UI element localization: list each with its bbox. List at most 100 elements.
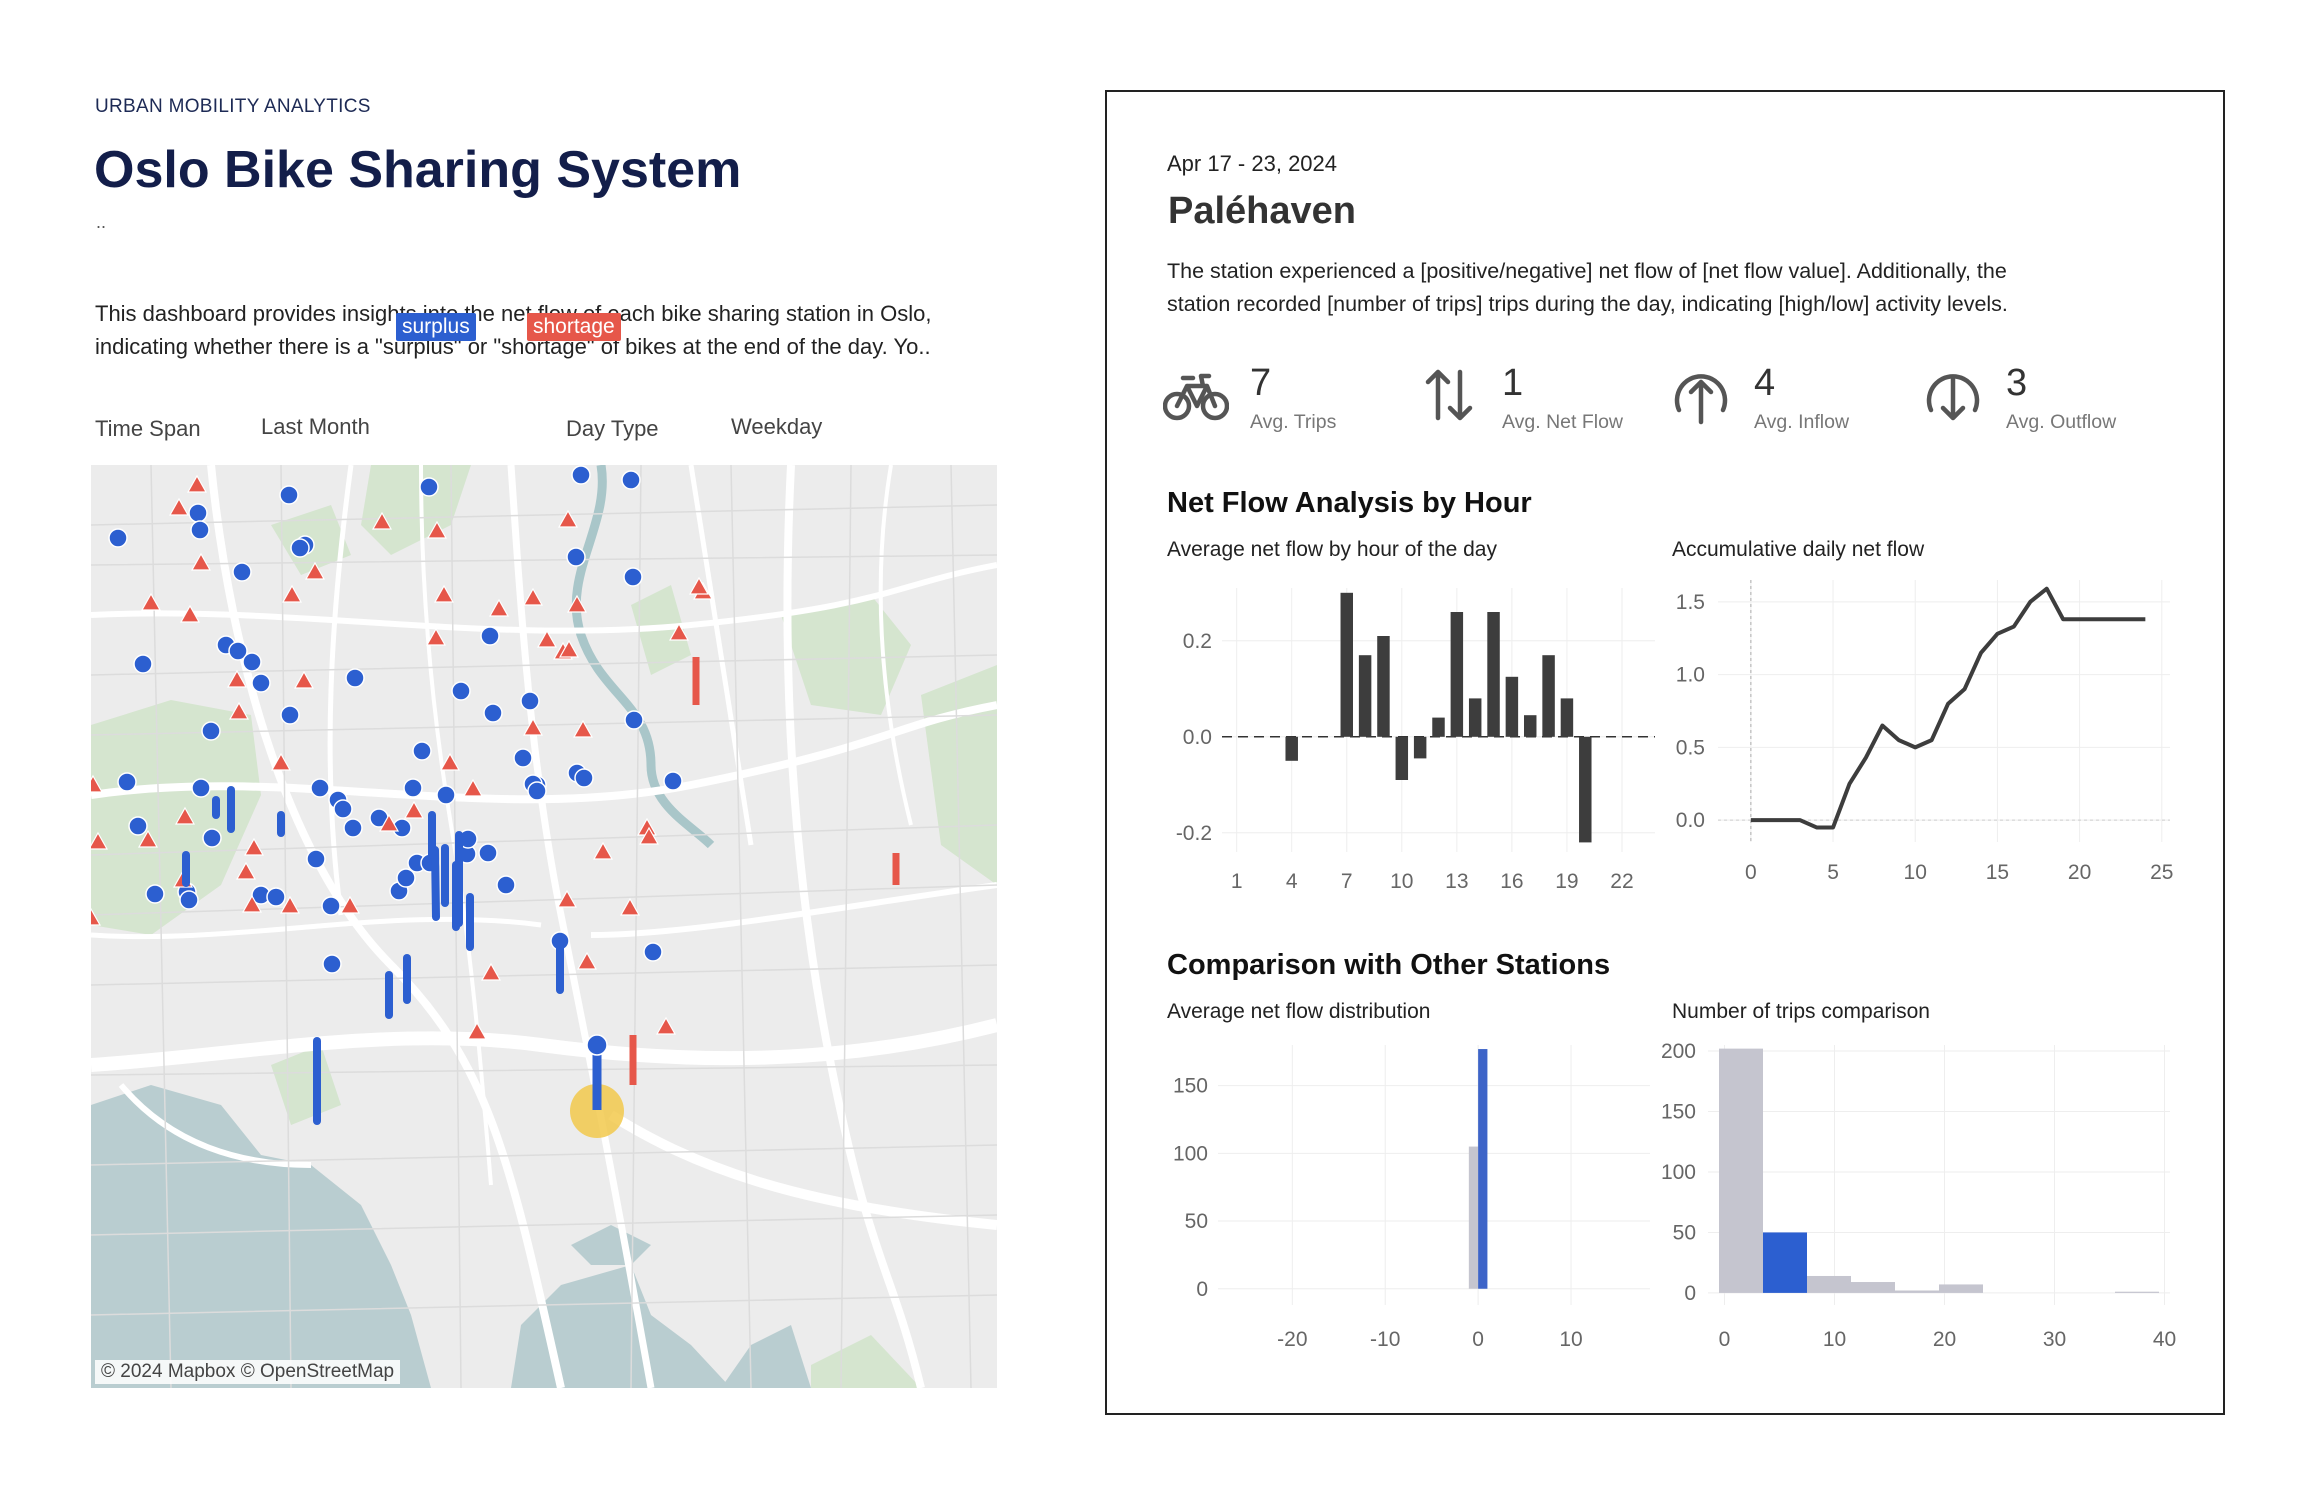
kpi-avg-inflow-value: 4 — [1754, 362, 1776, 404]
chart1-bar — [1450, 612, 1464, 737]
chart1-x-tick-label: 22 — [1610, 870, 1633, 893]
surplus-station-marker — [242, 652, 262, 672]
page-title: Oslo Bike Sharing System — [94, 141, 742, 199]
chart3-y-tick-label: 0 — [1196, 1278, 1208, 1301]
time-span-select[interactable]: Last Month — [261, 414, 370, 440]
surplus-station-marker — [345, 668, 365, 688]
chart2-y-tick-label: 0.5 — [1676, 736, 1705, 759]
surplus-station-marker — [321, 896, 341, 916]
surplus-station-marker — [343, 818, 363, 838]
chart4-y-tick-label: 0 — [1684, 1282, 1696, 1305]
chart3-x-tick-label: 10 — [1559, 1328, 1582, 1351]
surplus-station-marker — [133, 654, 153, 674]
inflow-arrow-icon — [1674, 374, 1728, 425]
chart2-series-line — [1750, 586, 2146, 830]
chart1-bar — [1285, 736, 1298, 761]
chart4-y-tick-label: 50 — [1673, 1221, 1696, 1244]
chart4-bar — [1807, 1275, 1851, 1293]
chart4-title: Number of trips comparison — [1672, 1000, 1930, 1023]
chart1-bar — [1340, 592, 1354, 737]
surplus-station-marker — [145, 884, 165, 904]
chart1-bar — [1358, 655, 1372, 737]
page-subtitle: .. — [96, 212, 107, 232]
selected-station-marker — [586, 1034, 608, 1056]
chart4-x-tick-label: 40 — [2153, 1328, 2176, 1351]
chart3-title: Average net flow distribution — [1167, 1000, 1431, 1023]
surplus-station-marker — [108, 528, 128, 548]
surplus-station-marker — [436, 785, 456, 805]
chart2-x-tick-label: 20 — [2068, 861, 2091, 884]
surplus-station-marker — [290, 538, 310, 558]
chart1-y-tick-label: 0.0 — [1183, 726, 1212, 749]
trips-comparison-chart: 0 10 20 30 40 0 50 100 150 200 — [1661, 1040, 2176, 1351]
kpi-avg-net-flow-value: 1 — [1502, 362, 1524, 404]
chart4-bar — [1763, 1232, 1807, 1293]
bicycle-icon — [1163, 373, 1229, 421]
up-down-arrows-icon — [1425, 369, 1473, 421]
map-canvas[interactable] — [91, 465, 997, 1388]
kpi-avg-trips-label: Avg. Trips — [1250, 411, 1337, 433]
chart2-y-tick-label: 0.0 — [1676, 809, 1705, 832]
surplus-station-marker — [266, 887, 286, 907]
surplus-station-marker — [527, 781, 547, 801]
chart1-bar — [1377, 636, 1390, 737]
surplus-station-marker — [403, 778, 423, 798]
surplus-station-marker — [201, 721, 221, 741]
chart3-x-tick-label: 0 — [1472, 1328, 1484, 1351]
chart3-bar — [1468, 1146, 1479, 1289]
chart2-y-tick-label: 1.0 — [1676, 664, 1705, 687]
chart3-y-tick-label: 50 — [1185, 1210, 1208, 1233]
surplus-station-marker — [310, 778, 330, 798]
chart1-x-tick-label: 1 — [1231, 870, 1243, 893]
summary-line-2: station recorded [number of trips] trips… — [1167, 292, 2008, 316]
surplus-station-marker — [451, 681, 471, 701]
chart1-x-tick-label: 19 — [1555, 870, 1578, 893]
surplus-station-marker — [412, 741, 432, 761]
station-map[interactable]: © 2024 Mapbox © OpenStreetMap — [91, 465, 997, 1388]
map-attribution: © 2024 Mapbox © OpenStreetMap — [95, 1360, 401, 1384]
surplus-station-marker — [574, 768, 594, 788]
chart1-title: Average net flow by hour of the day — [1167, 538, 1497, 561]
surplus-station-marker — [279, 485, 299, 505]
surplus-station-marker — [251, 673, 271, 693]
kpi-avg-net-flow-label: Avg. Net Flow — [1502, 411, 1624, 433]
surplus-station-marker — [306, 849, 326, 869]
chart4-x-tick-label: 0 — [1719, 1328, 1731, 1351]
chart1-bar — [1523, 715, 1537, 737]
surplus-station-marker — [483, 703, 503, 723]
chart1-bar — [1395, 736, 1409, 780]
chart4-y-tick-label: 100 — [1661, 1161, 1696, 1184]
chart2-x-tick-label: 25 — [2150, 861, 2173, 884]
chart4-bar — [1939, 1284, 1983, 1293]
chart1-bar — [1413, 736, 1427, 759]
day-type-select[interactable]: Weekday — [731, 414, 822, 440]
chart2-x-tick-label: 0 — [1745, 861, 1757, 884]
chart1-bar — [1487, 612, 1500, 737]
chart4-bar — [2115, 1291, 2159, 1293]
surplus-station-marker — [663, 771, 683, 791]
surplus-station-marker — [333, 799, 353, 819]
chart1-y-tick-label: 0.2 — [1183, 630, 1212, 653]
surplus-station-marker — [496, 875, 516, 895]
section-net-flow-title: Net Flow Analysis by Hour — [1167, 487, 1532, 519]
chart2-title: Accumulative daily net flow — [1672, 538, 1925, 561]
chart4-bar — [1895, 1290, 1939, 1293]
summary-line-1: The station experienced a [positive/nega… — [1167, 259, 2007, 283]
kpi-avg-outflow-label: Avg. Outflow — [2006, 411, 2117, 433]
chart3-x-tick-label: -20 — [1277, 1328, 1307, 1351]
chart1-x-tick-label: 13 — [1445, 870, 1468, 893]
surplus-station-marker — [513, 748, 533, 768]
chart3-y-tick-label: 100 — [1173, 1142, 1208, 1165]
surplus-station-marker — [117, 772, 137, 792]
chart1-bar — [1560, 698, 1574, 737]
surplus-station-marker — [571, 465, 591, 485]
net-flow-distribution-chart: -20 -10 0 10050100150 — [1173, 1045, 1650, 1351]
chart1-x-tick-label: 7 — [1341, 870, 1353, 893]
surplus-station-marker — [280, 705, 300, 725]
chart4-x-tick-label: 20 — [1933, 1328, 1956, 1351]
chart2-x-tick-label: 5 — [1827, 861, 1839, 884]
chart4-y-tick-label: 150 — [1661, 1101, 1696, 1124]
station-name: Paléhaven — [1168, 190, 1356, 232]
surplus-station-marker — [520, 691, 540, 711]
chart4-x-tick-label: 30 — [2043, 1328, 2066, 1351]
